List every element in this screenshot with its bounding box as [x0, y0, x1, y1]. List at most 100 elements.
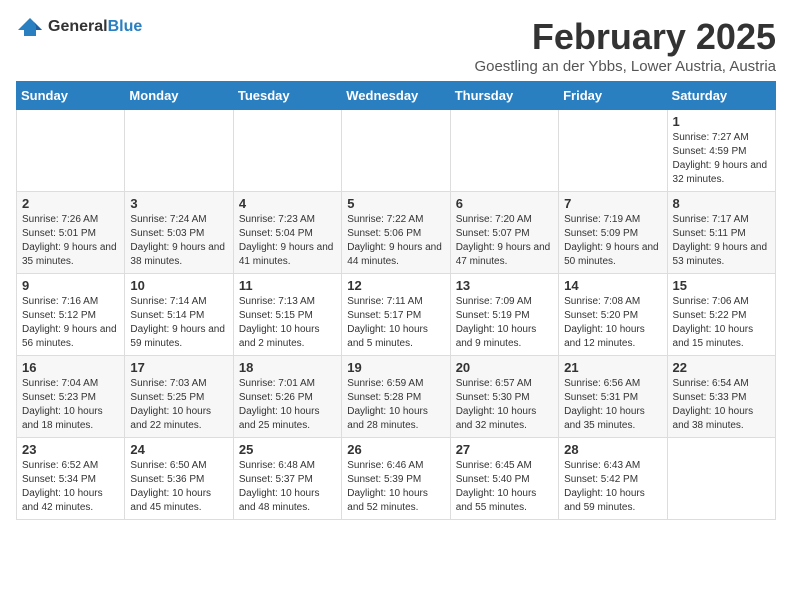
- day-info: Sunrise: 6:56 AM Sunset: 5:31 PM Dayligh…: [564, 377, 661, 433]
- day-info: Sunrise: 7:13 AM Sunset: 5:15 PM Dayligh…: [239, 295, 336, 351]
- calendar-cell: 18Sunrise: 7:01 AM Sunset: 5:26 PM Dayli…: [233, 356, 341, 438]
- weekday-header-saturday: Saturday: [667, 82, 775, 110]
- calendar-cell: 10 Sunrise: 7:14 AM Sunset: 5:14 PM Dayli…: [125, 274, 233, 356]
- day-info: Sunrise: 6:54 AM Sunset: 5:33 PM Dayligh…: [673, 377, 770, 433]
- calendar-cell: 27 Sunrise: 6:45 AM Sunset: 5:40 PM Dayli…: [450, 438, 558, 520]
- calendar-header: SundayMondayTuesdayWednesdayThursdayFrid…: [17, 82, 776, 110]
- calendar-cell: [450, 110, 558, 192]
- weekday-header-monday: Monday: [125, 82, 233, 110]
- calendar-cell: 3Sunrise: 7:24 AM Sunset: 5:03 PM Daylig…: [125, 192, 233, 274]
- logo-text: GeneralBlue: [48, 18, 142, 36]
- calendar-body: 1 Sunrise: 7:27 AM Sunset: 4:59 PM Daylig…: [17, 110, 776, 520]
- calendar-cell: [233, 110, 341, 192]
- weekday-row: SundayMondayTuesdayWednesdayThursdayFrid…: [17, 82, 776, 110]
- day-number: 24: [130, 442, 227, 457]
- weekday-header-wednesday: Wednesday: [342, 82, 450, 110]
- calendar-cell: 14 Sunrise: 7:08 AM Sunset: 5:20 PM Dayli…: [559, 274, 667, 356]
- calendar-cell: 2Sunrise: 7:26 AM Sunset: 5:01 PM Daylig…: [17, 192, 125, 274]
- calendar-table: SundayMondayTuesdayWednesdayThursdayFrid…: [16, 81, 776, 520]
- day-info: Sunrise: 6:43 AM Sunset: 5:42 PM Dayligh…: [564, 459, 661, 515]
- day-info: Sunrise: 7:14 AM Sunset: 5:14 PM Dayligh…: [130, 295, 227, 351]
- calendar-cell: 23 Sunrise: 6:52 AM Sunset: 5:34 PM Dayli…: [17, 438, 125, 520]
- calendar-cell: 13 Sunrise: 7:09 AM Sunset: 5:19 PM Dayli…: [450, 274, 558, 356]
- day-info: Sunrise: 6:46 AM Sunset: 5:39 PM Dayligh…: [347, 459, 444, 515]
- day-number: 4: [239, 196, 336, 211]
- day-number: 10: [130, 278, 227, 293]
- day-number: 27: [456, 442, 553, 457]
- day-info: Sunrise: 6:45 AM Sunset: 5:40 PM Dayligh…: [456, 459, 553, 515]
- calendar-week-1: 1 Sunrise: 7:27 AM Sunset: 4:59 PM Daylig…: [17, 110, 776, 192]
- calendar-cell: 8 Sunrise: 7:17 AM Sunset: 5:11 PM Daylig…: [667, 192, 775, 274]
- day-info: Sunrise: 6:50 AM Sunset: 5:36 PM Dayligh…: [130, 459, 227, 515]
- calendar-cell: 16 Sunrise: 7:04 AM Sunset: 5:23 PM Dayli…: [17, 356, 125, 438]
- calendar-cell: [559, 110, 667, 192]
- weekday-header-friday: Friday: [559, 82, 667, 110]
- day-number: 5: [347, 196, 444, 211]
- day-number: 16: [22, 360, 119, 375]
- calendar-cell: 7 Sunrise: 7:19 AM Sunset: 5:09 PM Daylig…: [559, 192, 667, 274]
- day-number: 22: [673, 360, 770, 375]
- day-info: Sunrise: 7:09 AM Sunset: 5:19 PM Dayligh…: [456, 295, 553, 351]
- day-info: Sunrise: 7:08 AM Sunset: 5:20 PM Dayligh…: [564, 295, 661, 351]
- logo-blue: Blue: [108, 18, 143, 35]
- day-info: Sunrise: 7:19 AM Sunset: 5:09 PM Dayligh…: [564, 213, 661, 269]
- calendar-cell: 24 Sunrise: 6:50 AM Sunset: 5:36 PM Dayli…: [125, 438, 233, 520]
- calendar-cell: [342, 110, 450, 192]
- day-info: Sunrise: 6:52 AM Sunset: 5:34 PM Dayligh…: [22, 459, 119, 515]
- logo-icon: [16, 16, 44, 38]
- day-info: Sunrise: 7:06 AM Sunset: 5:22 PM Dayligh…: [673, 295, 770, 351]
- day-info: Sunrise: 7:23 AM Sunset: 5:04 PM Dayligh…: [239, 213, 336, 269]
- day-number: 7: [564, 196, 661, 211]
- weekday-header-sunday: Sunday: [17, 82, 125, 110]
- day-info: Sunrise: 6:59 AM Sunset: 5:28 PM Dayligh…: [347, 377, 444, 433]
- day-info: Sunrise: 7:17 AM Sunset: 5:11 PM Dayligh…: [673, 213, 770, 269]
- day-number: 23: [22, 442, 119, 457]
- calendar-week-3: 9 Sunrise: 7:16 AM Sunset: 5:12 PM Daylig…: [17, 274, 776, 356]
- calendar-cell: 5 Sunrise: 7:22 AM Sunset: 5:06 PM Daylig…: [342, 192, 450, 274]
- calendar-cell: 4 Sunrise: 7:23 AM Sunset: 5:04 PM Daylig…: [233, 192, 341, 274]
- day-number: 9: [22, 278, 119, 293]
- day-info: Sunrise: 7:27 AM Sunset: 4:59 PM Dayligh…: [673, 131, 770, 187]
- calendar-cell: 15 Sunrise: 7:06 AM Sunset: 5:22 PM Dayli…: [667, 274, 775, 356]
- day-info: Sunrise: 7:20 AM Sunset: 5:07 PM Dayligh…: [456, 213, 553, 269]
- day-number: 2: [22, 196, 119, 211]
- calendar-cell: 6Sunrise: 7:20 AM Sunset: 5:07 PM Daylig…: [450, 192, 558, 274]
- calendar-cell: 22 Sunrise: 6:54 AM Sunset: 5:33 PM Dayli…: [667, 356, 775, 438]
- location-subtitle: Goestling an der Ybbs, Lower Austria, Au…: [474, 58, 776, 75]
- calendar-cell: 20Sunrise: 6:57 AM Sunset: 5:30 PM Dayli…: [450, 356, 558, 438]
- day-number: 15: [673, 278, 770, 293]
- logo-general: General: [48, 18, 108, 35]
- day-number: 19: [347, 360, 444, 375]
- calendar-cell: [667, 438, 775, 520]
- day-info: Sunrise: 7:16 AM Sunset: 5:12 PM Dayligh…: [22, 295, 119, 351]
- title-area: February 2025 Goestling an der Ybbs, Low…: [474, 16, 776, 75]
- weekday-header-tuesday: Tuesday: [233, 82, 341, 110]
- logo: GeneralBlue: [16, 16, 142, 38]
- calendar-cell: 9 Sunrise: 7:16 AM Sunset: 5:12 PM Daylig…: [17, 274, 125, 356]
- day-number: 13: [456, 278, 553, 293]
- day-info: Sunrise: 7:03 AM Sunset: 5:25 PM Dayligh…: [130, 377, 227, 433]
- day-info: Sunrise: 7:22 AM Sunset: 5:06 PM Dayligh…: [347, 213, 444, 269]
- day-number: 26: [347, 442, 444, 457]
- calendar-cell: [125, 110, 233, 192]
- page-header: GeneralBlue February 2025 Goestling an d…: [16, 16, 776, 75]
- calendar-cell: 19 Sunrise: 6:59 AM Sunset: 5:28 PM Dayli…: [342, 356, 450, 438]
- day-number: 11: [239, 278, 336, 293]
- day-info: Sunrise: 7:24 AM Sunset: 5:03 PM Dayligh…: [130, 213, 227, 269]
- day-number: 1: [673, 114, 770, 129]
- calendar-week-2: 2Sunrise: 7:26 AM Sunset: 5:01 PM Daylig…: [17, 192, 776, 274]
- calendar-cell: [17, 110, 125, 192]
- calendar-cell: 25Sunrise: 6:48 AM Sunset: 5:37 PM Dayli…: [233, 438, 341, 520]
- day-info: Sunrise: 6:48 AM Sunset: 5:37 PM Dayligh…: [239, 459, 336, 515]
- day-number: 8: [673, 196, 770, 211]
- day-info: Sunrise: 7:04 AM Sunset: 5:23 PM Dayligh…: [22, 377, 119, 433]
- calendar-cell: 12Sunrise: 7:11 AM Sunset: 5:17 PM Dayli…: [342, 274, 450, 356]
- calendar-cell: 17 Sunrise: 7:03 AM Sunset: 5:25 PM Dayli…: [125, 356, 233, 438]
- day-number: 17: [130, 360, 227, 375]
- day-number: 20: [456, 360, 553, 375]
- weekday-header-thursday: Thursday: [450, 82, 558, 110]
- calendar-cell: 26 Sunrise: 6:46 AM Sunset: 5:39 PM Dayli…: [342, 438, 450, 520]
- calendar-cell: 11 Sunrise: 7:13 AM Sunset: 5:15 PM Dayli…: [233, 274, 341, 356]
- day-number: 14: [564, 278, 661, 293]
- day-number: 21: [564, 360, 661, 375]
